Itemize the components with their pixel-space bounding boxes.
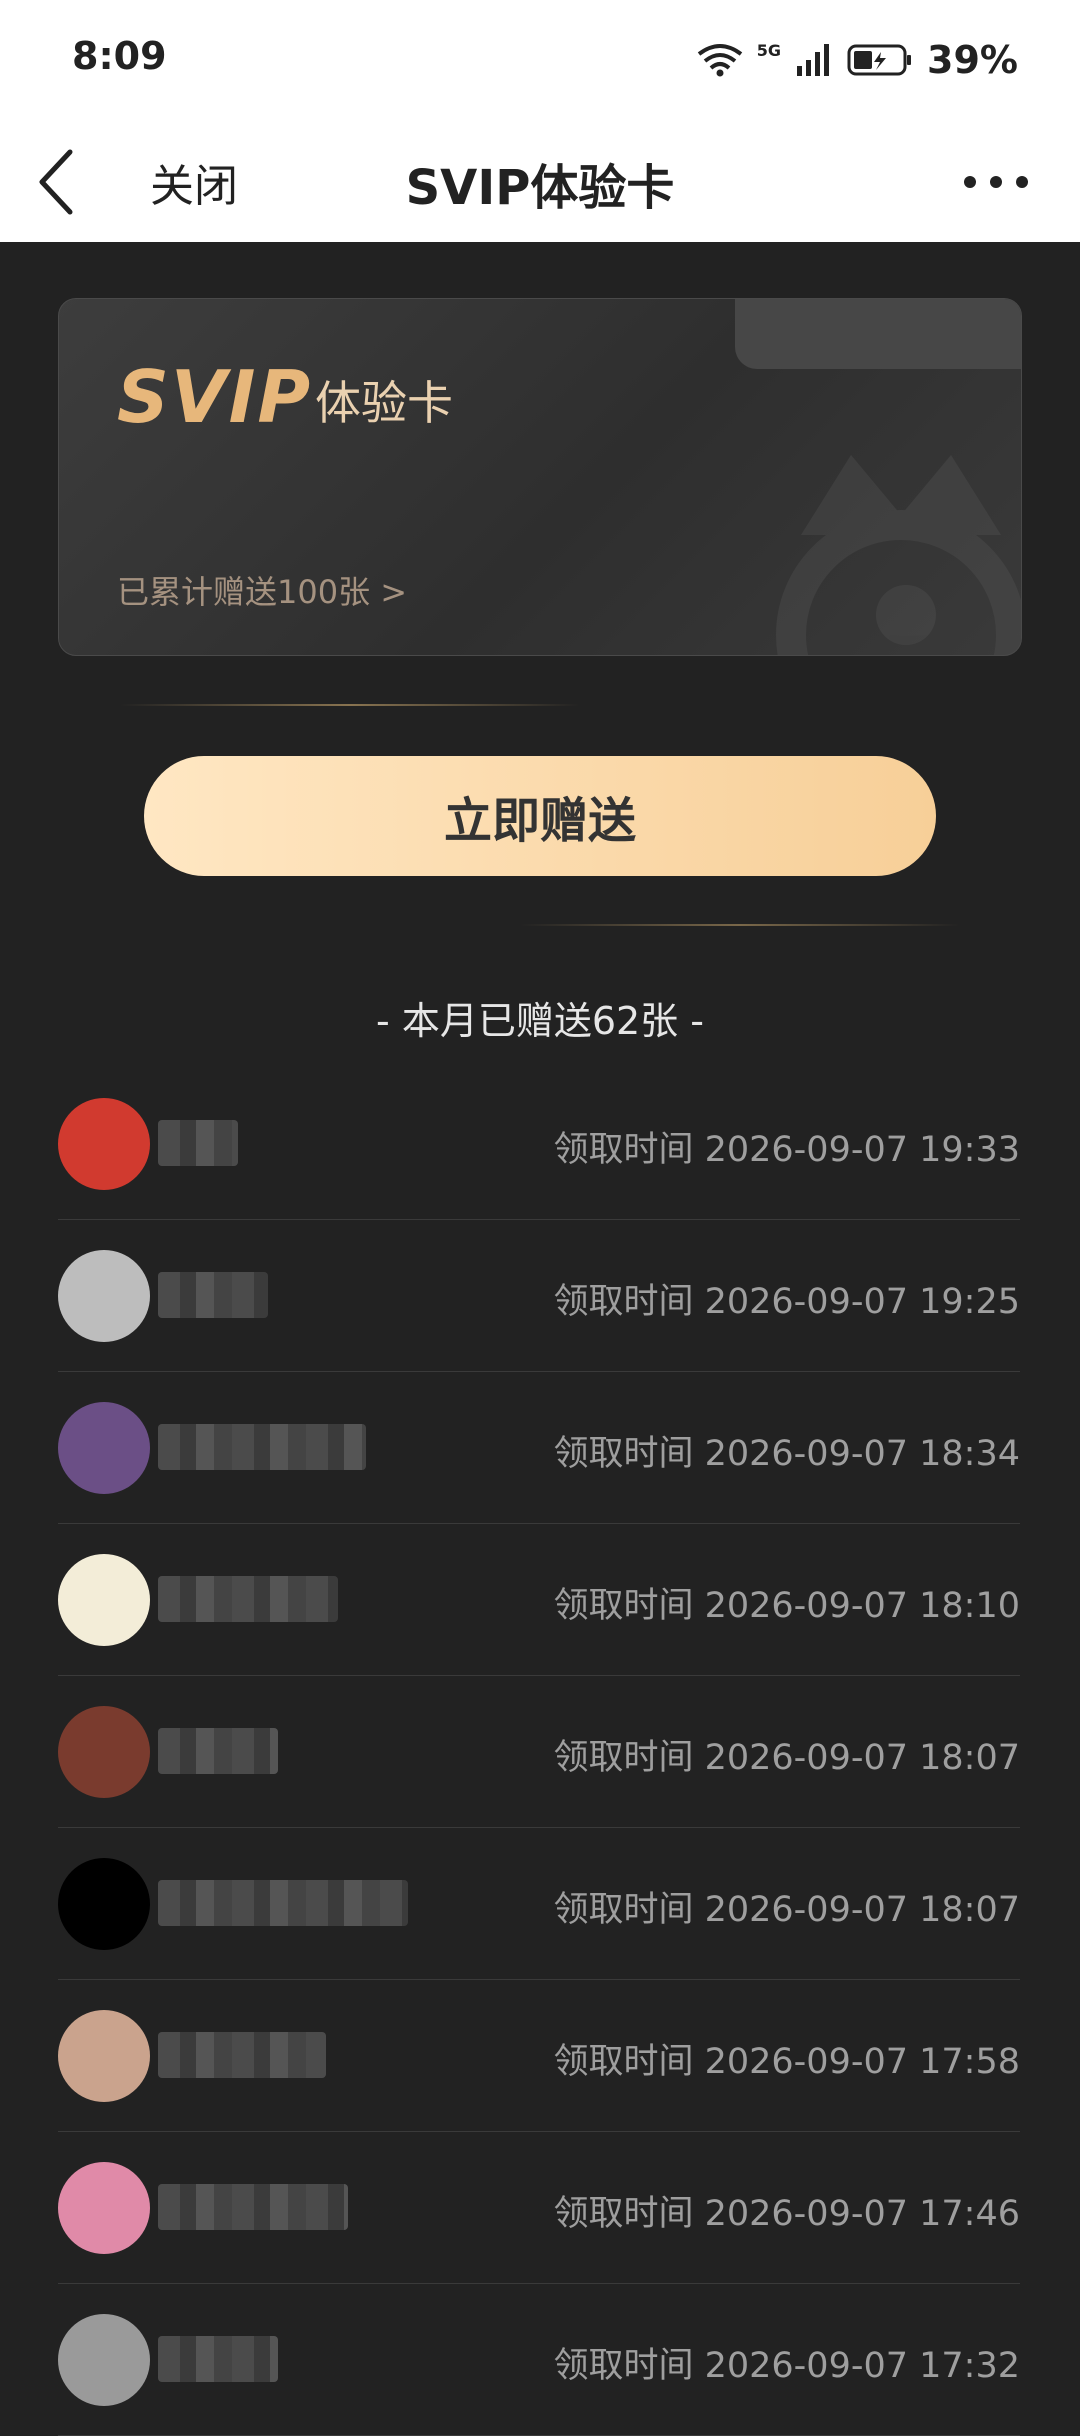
claim-time: 领取时间 2026-09-07 19:25: [553, 1282, 1020, 1322]
username-blurred: [158, 2032, 326, 2078]
page-title: SVIP体验卡: [405, 160, 675, 216]
status-time: 8:09: [72, 34, 167, 78]
battery-icon: [847, 44, 912, 76]
claim-time: 领取时间 2026-09-07 18:34: [553, 1434, 1020, 1474]
claim-time: 领取时间 2026-09-07 18:07: [553, 1890, 1020, 1930]
claim-time: 领取时间 2026-09-07 17:58: [553, 2042, 1020, 2082]
avatar[interactable]: [58, 1250, 150, 1342]
svip-logo: SVIP: [117, 355, 313, 439]
list-item: 领取时间 2026-09-07 17:46: [58, 2132, 1020, 2284]
status-icons: 5G 39%: [697, 38, 1018, 82]
avatar[interactable]: [58, 2162, 150, 2254]
svip-card: SVIP 体验卡 已累计赠送100张 >: [58, 298, 1022, 656]
gift-now-button[interactable]: 立即赠送: [144, 756, 936, 876]
username-blurred: [158, 1576, 338, 1622]
claim-time: 领取时间 2026-09-07 18:10: [553, 1586, 1020, 1626]
claim-time: 领取时间 2026-09-07 17:32: [553, 2346, 1020, 2386]
signal-icon: [797, 44, 830, 76]
avatar[interactable]: [58, 1858, 150, 1950]
username-blurred: [158, 2184, 348, 2230]
wifi-icon: [697, 44, 742, 77]
card-tab: [735, 299, 1021, 369]
list-item: 领取时间 2026-09-07 18:07: [58, 1828, 1020, 1980]
avatar[interactable]: [58, 2010, 150, 2102]
claim-time: 领取时间 2026-09-07 17:46: [553, 2194, 1020, 2234]
nav-bar: 关闭 SVIP体验卡: [0, 122, 1080, 242]
avatar[interactable]: [58, 1402, 150, 1494]
list-item: 领取时间 2026-09-07 17:32: [58, 2284, 1020, 2436]
list-item: 领取时间 2026-09-07 18:07: [58, 1676, 1020, 1828]
total-sent-link[interactable]: 已累计赠送100张 >: [117, 567, 407, 613]
content: SVIP 体验卡 已累计赠送100张 > 立即赠送 - 本月已赠送62张 - 领…: [0, 242, 1080, 2436]
username-blurred: [158, 1728, 278, 1774]
status-bar: 8:09 5G 39%: [0, 0, 1080, 122]
avatar[interactable]: [58, 1554, 150, 1646]
divider: [120, 704, 580, 706]
month-summary: - 本月已赠送62张 -: [376, 999, 704, 1043]
username-blurred: [158, 1120, 238, 1166]
list-item: 领取时间 2026-09-07 19:33: [58, 1068, 1020, 1220]
claim-time: 领取时间 2026-09-07 18:07: [553, 1738, 1020, 1778]
more-icon[interactable]: [960, 172, 1032, 192]
network-type: 5G: [756, 40, 782, 60]
list-item: 领取时间 2026-09-07 18:10: [58, 1524, 1020, 1676]
username-blurred: [158, 2336, 278, 2382]
avatar[interactable]: [58, 1098, 150, 1190]
crown-icon: [776, 455, 1021, 655]
list-item: 领取时间 2026-09-07 17:58: [58, 1980, 1020, 2132]
username-blurred: [158, 1272, 268, 1318]
record-list: 领取时间 2026-09-07 19:33 领取时间 2026-09-07 19…: [58, 1068, 1020, 2436]
claim-time: 领取时间 2026-09-07 19:33: [553, 1130, 1020, 1170]
avatar[interactable]: [58, 1706, 150, 1798]
battery-percent: 39%: [927, 38, 1018, 82]
list-item: 领取时间 2026-09-07 18:34: [58, 1372, 1020, 1524]
avatar[interactable]: [58, 2314, 150, 2406]
divider: [520, 924, 960, 926]
list-item: 领取时间 2026-09-07 19:25: [58, 1220, 1020, 1372]
card-subtitle: 体验卡: [315, 376, 453, 430]
username-blurred: [158, 1424, 366, 1470]
username-blurred: [158, 1880, 408, 1926]
